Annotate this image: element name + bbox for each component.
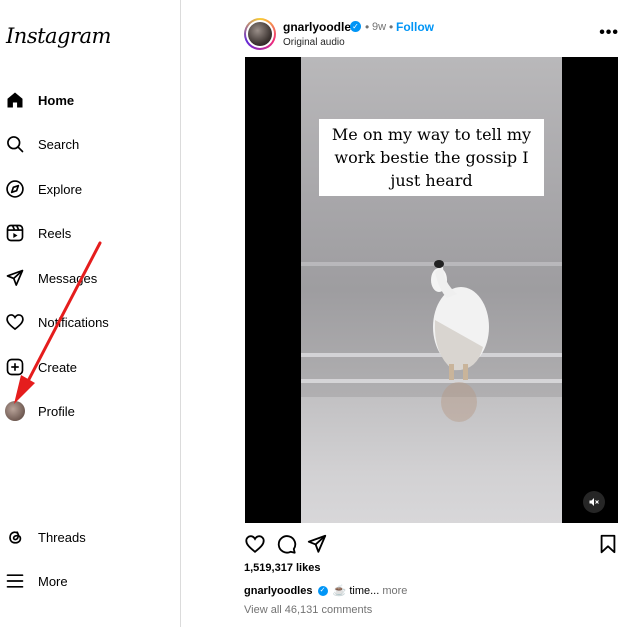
reels-icon <box>5 223 25 243</box>
sidebar-item-create[interactable]: Create <box>0 347 181 387</box>
sidebar-item-search[interactable]: Search <box>0 124 181 164</box>
menu-icon <box>5 571 25 591</box>
duck-image <box>431 260 489 422</box>
compass-icon <box>5 179 25 199</box>
like-heart-icon[interactable] <box>244 533 266 555</box>
sidebar-item-more[interactable]: More <box>0 561 181 601</box>
verified-badge-icon: ✓ <box>350 21 361 32</box>
post-time[interactable]: 9w <box>372 21 386 33</box>
save-bookmark-icon[interactable] <box>597 533 619 555</box>
sidebar-item-label: Messages <box>38 270 98 286</box>
post-header: gnarlyoodles ✓ • 9w • Follow Original au… <box>244 14 619 52</box>
post-actions <box>244 531 619 557</box>
sidebar-item-label: Home <box>38 92 75 108</box>
sidebar-item-messages[interactable]: Messages <box>0 258 181 298</box>
sidebar-item-label: Create <box>38 359 78 375</box>
instagram-logo[interactable]: Instagram <box>6 24 111 48</box>
sidebar: Instagram Home Search Explore Reels Mess… <box>0 0 181 627</box>
sidebar-item-reels[interactable]: Reels <box>0 213 181 253</box>
home-icon <box>5 90 25 110</box>
more-options-icon[interactable]: ••• <box>599 24 619 42</box>
like-count[interactable]: 1,519,317 likes <box>244 562 320 574</box>
sidebar-item-label: Reels <box>38 225 72 241</box>
caption-more-link[interactable]: more <box>382 585 407 597</box>
comment-icon[interactable] <box>275 533 297 555</box>
follow-button[interactable]: Follow <box>396 20 434 34</box>
post-media[interactable]: Me on my way to tell my work bestie the … <box>245 57 618 523</box>
separator-dot: • <box>365 20 370 34</box>
caption-text: ☕ time... <box>332 585 380 597</box>
verified-badge-icon: ✓ <box>317 586 328 597</box>
sidebar-item-profile[interactable]: Profile <box>0 391 181 431</box>
send-icon <box>5 268 25 288</box>
caption-username[interactable]: gnarlyoodles <box>244 585 312 597</box>
muted-speaker-icon <box>589 498 599 506</box>
sidebar-item-label: Search <box>38 136 80 152</box>
sidebar-item-label: More <box>38 573 68 589</box>
avatar <box>5 401 25 421</box>
sidebar-item-notifications[interactable]: Notifications <box>0 302 181 342</box>
post-author-avatar[interactable] <box>244 18 276 50</box>
threads-icon <box>5 527 25 547</box>
search-icon <box>5 134 25 154</box>
video-overlay-caption: Me on my way to tell my work bestie the … <box>319 119 544 196</box>
share-icon[interactable] <box>306 533 328 555</box>
mute-button[interactable] <box>583 491 605 513</box>
plus-square-icon <box>5 357 25 377</box>
separator-dot: • <box>389 20 394 34</box>
post-username[interactable]: gnarlyoodles <box>283 20 358 34</box>
view-all-comments-link[interactable]: View all 46,131 comments <box>244 604 372 616</box>
sidebar-item-label: Explore <box>38 181 83 197</box>
sidebar-item-threads[interactable]: Threads <box>0 517 181 557</box>
reel-video[interactable]: Me on my way to tell my work bestie the … <box>301 57 562 523</box>
sidebar-item-home[interactable]: Home <box>0 80 181 120</box>
original-audio-link[interactable]: Original audio <box>283 37 345 48</box>
sidebar-item-label: Notifications <box>38 314 109 330</box>
sidebar-item-label: Threads <box>38 529 86 545</box>
sidebar-item-explore[interactable]: Explore <box>0 169 181 209</box>
heart-icon <box>5 312 25 332</box>
sidebar-item-label: Profile <box>38 403 75 419</box>
post-caption: gnarlyoodles ✓ ☕ time... more <box>244 584 407 597</box>
